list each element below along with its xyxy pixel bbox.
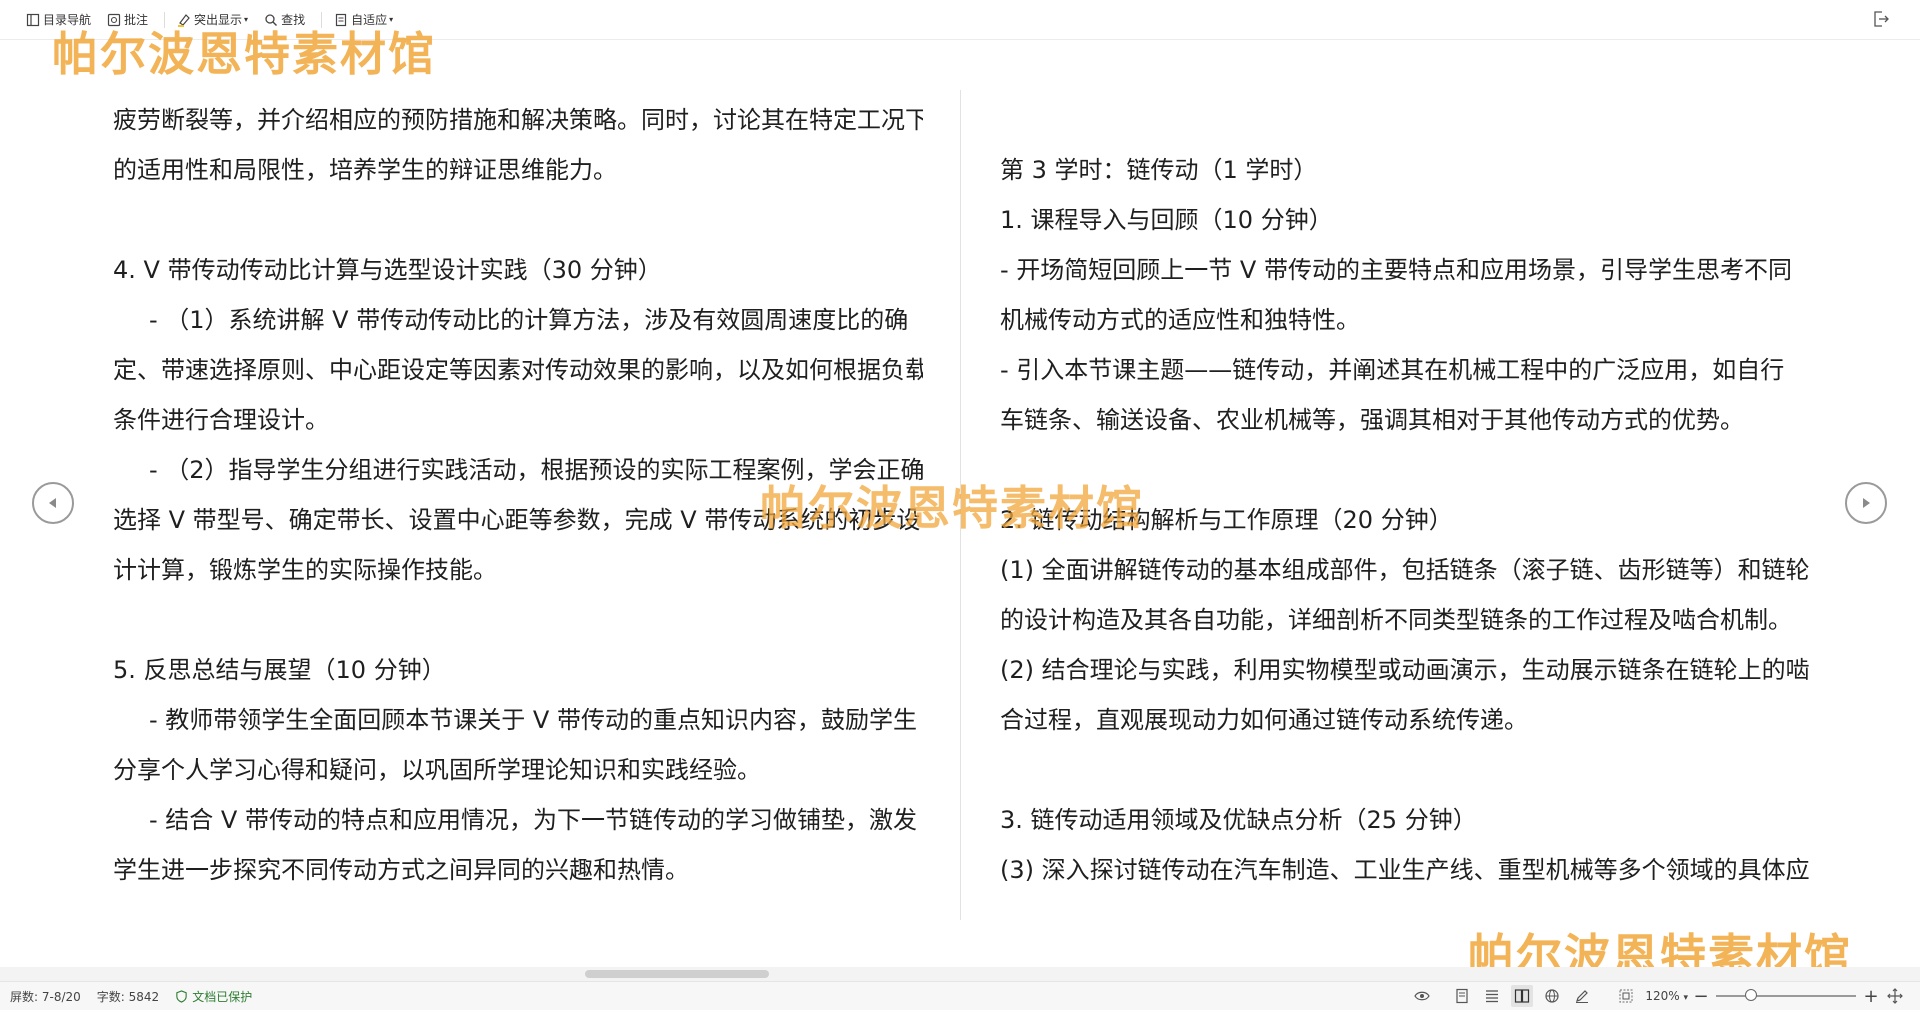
paragraph-line: 计计算，锻炼学生的实际操作技能。: [113, 545, 923, 595]
exit-button[interactable]: [1872, 10, 1892, 30]
eye-protection-button[interactable]: [1411, 985, 1433, 1007]
highlight-button[interactable]: 突出显示 ▾: [171, 6, 254, 34]
paragraph-line: 的设计构造及其各自功能，详细剖析不同类型链条的工作过程及啮合机制。: [1000, 595, 1810, 645]
zoom-out-button[interactable]: −: [1692, 986, 1710, 1007]
continuous-view-button[interactable]: [1481, 985, 1503, 1007]
status-bar: 屏数: 7-8/20 字数: 5842 文档已保护 1: [0, 981, 1920, 1010]
highlight-icon: [177, 13, 191, 27]
paragraph-line: 车链条、输送设备、农业机械等，强调其相对于其他传动方式的优势。: [1000, 395, 1810, 445]
scrollbar-thumb[interactable]: [585, 970, 769, 978]
comment-icon: [107, 13, 121, 27]
expand-icon: [1887, 988, 1903, 1004]
search-icon: [264, 13, 278, 27]
paragraph-line: 疲劳断裂等，并介绍相应的预防措施和解决策略。同时，讨论其在特定工况下: [113, 95, 923, 145]
single-page-view-button[interactable]: [1451, 985, 1473, 1007]
paragraph-line: - 引入本节课主题——链传动，并阐述其在机械工程中的广泛应用，如自行: [1000, 345, 1810, 395]
right-page: 第 3 学时：链传动（1 学时） 1. 课程导入与回顾（10 分钟） - 开场简…: [1000, 95, 1810, 895]
zoom-dropdown[interactable]: 120% ▾: [1645, 989, 1688, 1003]
web-view-button[interactable]: [1541, 985, 1563, 1007]
fit-page-button[interactable]: 自适应 ▾: [328, 6, 399, 34]
paragraph-line: - （2）指导学生分组进行实践活动，根据预设的实际工程案例，学会正确: [113, 445, 923, 495]
blank-line: [1000, 745, 1810, 795]
paragraph-line: 机械传动方式的适应性和独特性。: [1000, 295, 1810, 345]
dual-page-view-button[interactable]: [1511, 985, 1533, 1007]
paragraph-line: 定、带速选择原则、中心距设定等因素对传动效果的影响，以及如何根据负载: [113, 345, 923, 395]
paragraph-line: 的适用性和局限性，培养学生的辩证思维能力。: [113, 145, 923, 195]
find-button[interactable]: 查找: [258, 6, 311, 34]
blank-line: [113, 595, 923, 645]
triangle-left-icon: [45, 495, 61, 511]
fullscreen-button[interactable]: [1884, 985, 1906, 1007]
find-label: 查找: [281, 11, 305, 28]
chevron-down-icon: ▾: [1683, 993, 1688, 1003]
shield-icon: [175, 990, 188, 1003]
section-heading: 3. 链传动适用领域及优缺点分析（25 分钟）: [1000, 795, 1810, 845]
fit-window-button[interactable]: [1615, 985, 1637, 1007]
document-view: 疲劳断裂等，并介绍相应的预防措施和解决策略。同时，讨论其在特定工况下 的适用性和…: [0, 40, 1920, 970]
word-count[interactable]: 字数: 5842: [97, 988, 159, 1005]
list-icon: [1484, 988, 1500, 1004]
paragraph-line: 条件进行合理设计。: [113, 395, 923, 445]
paragraph-line: 分享个人学习心得和疑问，以巩固所学理论知识和实践经验。: [113, 745, 923, 795]
globe-icon: [1544, 988, 1560, 1004]
book-icon: [1514, 988, 1530, 1004]
fit-page-icon: [334, 13, 348, 27]
paragraph-line: (1) 全面讲解链传动的基本组成部件，包括链条（滚子链、齿形链等）和链轮: [1000, 545, 1810, 595]
zoom-value: 120%: [1645, 989, 1679, 1003]
eye-icon: [1414, 988, 1430, 1004]
section-heading: 2. 链传动结构解析与工作原理（20 分钟）: [1000, 495, 1810, 545]
toolbar-divider: [164, 12, 165, 28]
page-icon: [1454, 988, 1470, 1004]
highlight-label: 突出显示: [194, 11, 242, 28]
page-divider: [960, 90, 961, 920]
exit-icon: [1872, 10, 1890, 28]
pen-icon: [1574, 988, 1590, 1004]
fit-page-label: 自适应: [351, 11, 387, 28]
page-info: 屏数: 7-8/20: [10, 988, 81, 1005]
outline-nav-button[interactable]: 目录导航: [20, 6, 97, 34]
zoom-slider[interactable]: [1716, 995, 1856, 997]
section-heading: 1. 课程导入与回顾（10 分钟）: [1000, 195, 1810, 245]
section-heading: 5. 反思总结与展望（10 分钟）: [113, 645, 923, 695]
protect-label: 文档已保护: [192, 988, 252, 1005]
blank-line: [1000, 95, 1810, 145]
fit-window-icon: [1618, 988, 1634, 1004]
document-protected-status[interactable]: 文档已保护: [175, 988, 252, 1005]
paragraph-line: - 开场简短回顾上一节 V 带传动的主要特点和应用场景，引导学生思考不同: [1000, 245, 1810, 295]
zoom-in-button[interactable]: +: [1862, 986, 1880, 1007]
left-page: 疲劳断裂等，并介绍相应的预防措施和解决策略。同时，讨论其在特定工况下 的适用性和…: [113, 95, 923, 895]
paragraph-line: 合过程，直观展现动力如何通过链传动系统传递。: [1000, 695, 1810, 745]
horizontal-scrollbar[interactable]: [0, 967, 1920, 981]
top-toolbar: 目录导航 批注 突出显示 ▾ 查找 自适应 ▾: [0, 0, 1920, 40]
comment-label: 批注: [124, 11, 148, 28]
paragraph-line: 学生进一步探究不同传动方式之间异同的兴趣和热情。: [113, 845, 923, 895]
chevron-down-icon: ▾: [389, 15, 393, 24]
section-heading: 4. V 带传动传动比计算与选型设计实践（30 分钟）: [113, 245, 923, 295]
blank-line: [113, 195, 923, 245]
paragraph-line: - （1）系统讲解 V 带传动传动比的计算方法，涉及有效圆周速度比的确: [113, 295, 923, 345]
paragraph-line: - 结合 V 带传动的特点和应用情况，为下一节链传动的学习做铺垫，激发: [113, 795, 923, 845]
previous-page-button[interactable]: [32, 482, 74, 524]
toolbar-divider: [321, 12, 322, 28]
chevron-down-icon: ▾: [244, 15, 248, 24]
paragraph-line: - 教师带领学生全面回顾本节课关于 V 带传动的重点知识内容，鼓励学生: [113, 695, 923, 745]
paragraph-line: (3) 深入探讨链传动在汽车制造、工业生产线、重型机械等多个领域的具体应: [1000, 845, 1810, 895]
zoom-slider-knob[interactable]: [1745, 989, 1757, 1001]
outline-nav-label: 目录导航: [43, 11, 91, 28]
blank-line: [1000, 445, 1810, 495]
paragraph-line: 选择 V 带型号、确定带长、设置中心距等参数，完成 V 带传动系统的初步设: [113, 495, 923, 545]
section-heading: 第 3 学时：链传动（1 学时）: [1000, 145, 1810, 195]
outline-icon: [26, 13, 40, 27]
pen-tool-button[interactable]: [1571, 985, 1593, 1007]
triangle-right-icon: [1858, 495, 1874, 511]
next-page-button[interactable]: [1845, 482, 1887, 524]
paragraph-line: (2) 结合理论与实践，利用实物模型或动画演示，生动展示链条在链轮上的啮: [1000, 645, 1810, 695]
comment-button[interactable]: 批注: [101, 6, 154, 34]
